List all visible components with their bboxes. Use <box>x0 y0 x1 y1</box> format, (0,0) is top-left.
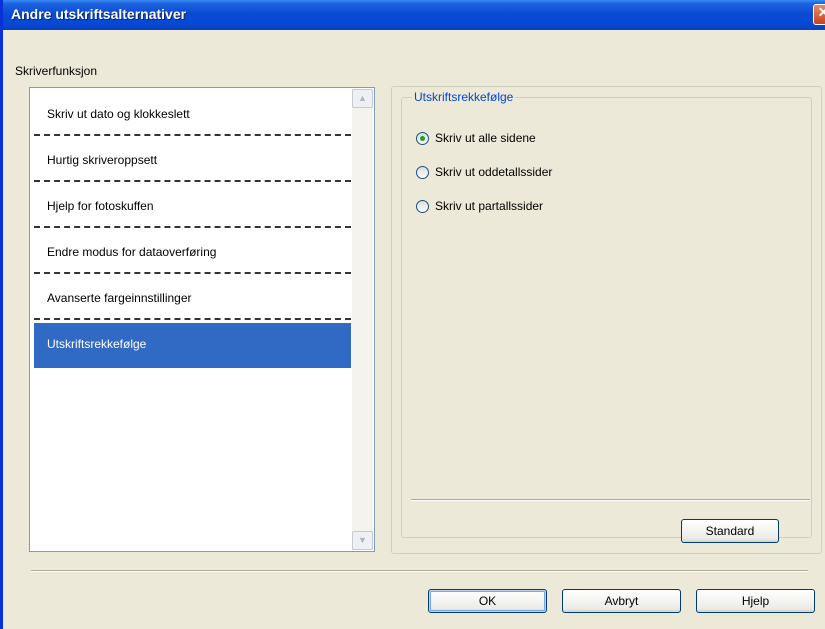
print-order-legend: Utskriftsrekkefølge <box>412 90 516 104</box>
help-button[interactable]: Hjelp <box>696 589 815 613</box>
list-item-label: Avanserte fargeinnstillinger <box>47 291 192 305</box>
radio-label: Skriv ut partallssider <box>435 199 544 213</box>
list-item-data-transfer-mode[interactable]: Endre modus for dataoverføring <box>34 231 351 274</box>
radio-label: Skriv ut alle sidene <box>435 131 536 145</box>
list-item-label: Hjelp for fotoskuffen <box>47 199 154 213</box>
list-item-advanced-color[interactable]: Avanserte fargeinnstillinger <box>34 277 351 320</box>
print-order-group: Utskriftsrekkefølge Skriv ut alle sidene… <box>401 90 812 538</box>
settings-panel: Utskriftsrekkefølge Skriv ut alle sidene… <box>391 86 822 554</box>
cancel-button[interactable]: Avbryt <box>562 589 681 613</box>
list-item-label: Hurtig skriveroppsett <box>47 153 158 167</box>
list-item-print-date-time[interactable]: Skriv ut dato og klokkeslett <box>34 93 351 136</box>
standard-button[interactable]: Standard <box>681 519 779 543</box>
list-item-label: Utskriftsrekkefølge <box>47 337 147 351</box>
function-list[interactable]: Skriv ut dato og klokkeslett Hurtig skri… <box>29 87 375 552</box>
printer-function-label: Skriverfunksjon <box>15 64 98 78</box>
scroll-down-button[interactable]: ▼ <box>352 531 373 550</box>
list-item-label: Endre modus for dataoverføring <box>47 245 217 259</box>
scroll-up-button[interactable]: ▲ <box>352 89 373 108</box>
radio-button[interactable] <box>416 166 429 179</box>
close-icon: ✕ <box>814 4 825 21</box>
radio-button-checked[interactable] <box>416 132 429 145</box>
radio-label: Skriv ut oddetallssider <box>435 165 553 179</box>
radio-dot-icon <box>420 136 425 141</box>
radio-button[interactable] <box>416 200 429 213</box>
close-button[interactable]: ✕ <box>813 4 825 25</box>
window-title: Andre utskriftsalternativer <box>11 6 187 22</box>
divider <box>411 499 810 501</box>
list-item-photo-tray-help[interactable]: Hjelp for fotoskuffen <box>34 185 351 228</box>
list-item-label: Skriv ut dato og klokkeslett <box>47 107 190 121</box>
chevron-down-icon: ▼ <box>358 535 367 545</box>
list-item-print-order[interactable]: Utskriftsrekkefølge <box>34 323 351 368</box>
footer-divider <box>31 570 808 572</box>
title-bar[interactable]: Andre utskriftsalternativer ✕ <box>3 0 825 30</box>
list-scrollbar[interactable]: ▲ ▼ <box>352 89 373 550</box>
chevron-up-icon: ▲ <box>358 93 367 103</box>
dialog-window: Andre utskriftsalternativer ✕ Skriverfun… <box>0 0 825 629</box>
ok-button[interactable]: OK <box>428 589 547 613</box>
list-item-quick-setup[interactable]: Hurtig skriveroppsett <box>34 139 351 182</box>
